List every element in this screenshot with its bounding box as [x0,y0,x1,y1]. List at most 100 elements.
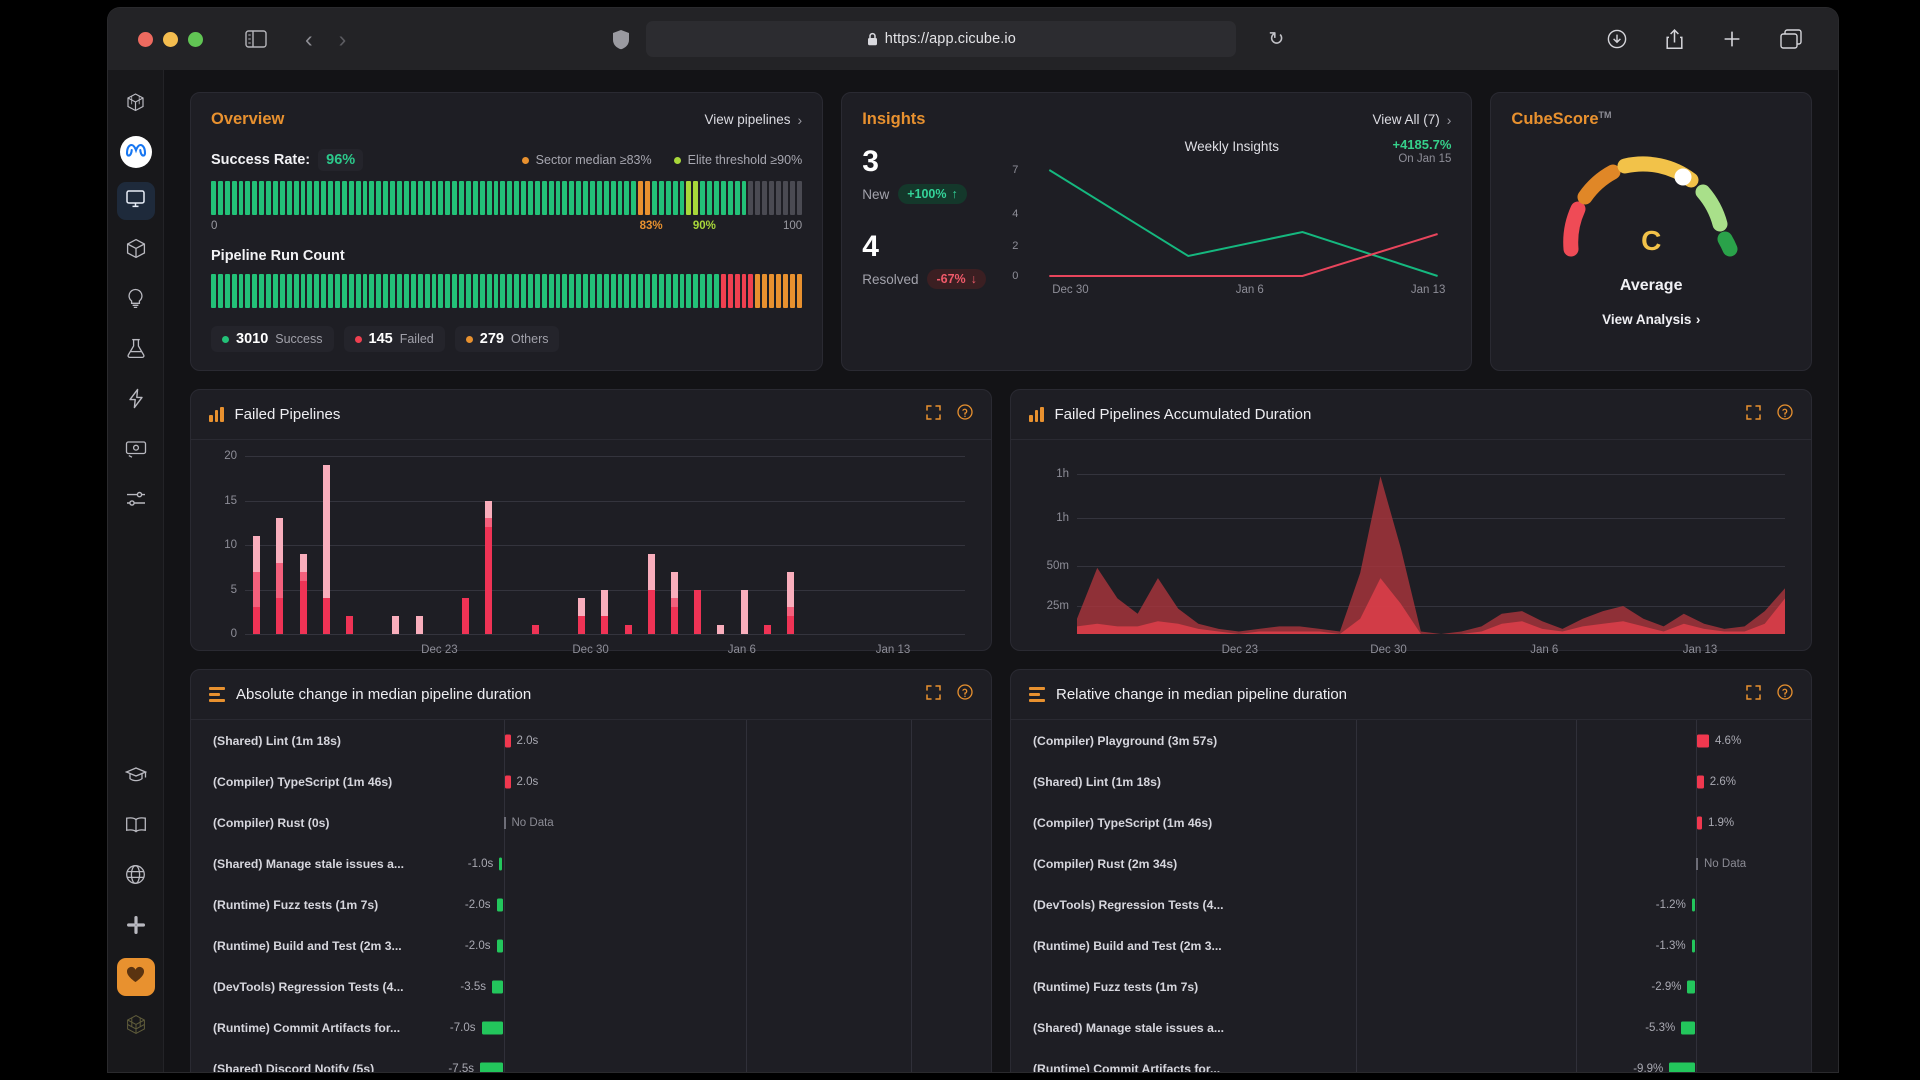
table-row[interactable]: (Compiler) Rust (2m 34s)No Data [1011,843,1811,884]
sidebar-item-docs[interactable] [117,808,155,846]
table-row[interactable]: (Compiler) Playground (3m 57s)4.6% [1011,720,1811,761]
navigation-arrows[interactable]: ‹ › [305,28,346,51]
table-row[interactable]: (Runtime) Commit Artifacts for...-7.0s [191,1007,991,1048]
table-row[interactable]: (Compiler) TypeScript (1m 46s)2.0s [191,761,991,802]
shield-icon[interactable] [612,29,630,50]
value-bar [505,734,511,747]
plus-icon[interactable] [1722,29,1742,49]
table-row[interactable]: (Compiler) TypeScript (1m 46s)1.9% [1011,802,1811,843]
micro-bar [432,274,437,308]
sidebar-item-dashboard[interactable] [117,182,155,220]
sidebar-item-website[interactable] [117,858,155,896]
view-analysis-link[interactable]: View Analysis › [1491,311,1811,329]
table-row[interactable]: (Shared) Discord Notify (5s)-7.5s [191,1048,991,1072]
grid-line [911,761,912,802]
sidebar-item-actions[interactable] [117,382,155,420]
sidebar-item-experiments[interactable] [117,332,155,370]
row-label: (Shared) Lint (1m 18s) [1011,775,1311,789]
help-icon[interactable] [1777,684,1793,705]
address-bar[interactable]: https://app.cicube.io ↻ [646,21,1236,57]
value-label: 4.6% [1715,735,1741,747]
sidebar-item-insights[interactable] [117,282,155,320]
xtick: Dec 30 [572,644,608,656]
expand-icon[interactable] [1746,405,1761,425]
row-label: (DevTools) Regression Tests (4... [191,980,491,994]
grid-line [746,761,747,802]
bar-segment [787,572,794,608]
table-row[interactable]: (DevTools) Regression Tests (4...-3.5s [191,966,991,1007]
share-icon[interactable] [1665,29,1684,50]
back-arrow-icon[interactable]: ‹ [305,28,313,51]
micro-bar [659,181,664,215]
table-row[interactable]: (Shared) Lint (1m 18s)2.6% [1011,761,1811,802]
table-row[interactable]: (Runtime) Fuzz tests (1m 7s)-2.9% [1011,966,1811,1007]
sidebar-item-billing[interactable] [117,432,155,470]
expand-icon[interactable] [926,405,941,425]
xtick: Jan 6 [728,644,756,656]
value-label: -2.0s [465,940,491,952]
table-row[interactable]: (Runtime) Commit Artifacts for...-9.9% [1011,1048,1811,1072]
row-label: (Compiler) TypeScript (1m 46s) [191,775,491,789]
sidebar-item-packages[interactable] [117,232,155,270]
grid-line [746,966,747,1007]
grid-line [1356,843,1357,884]
absolute-change-card: Absolute change in median pipeline durat… [190,669,992,1072]
row-label: (Runtime) Build and Test (2m 3... [191,939,491,953]
help-icon[interactable] [957,404,973,425]
expand-icon[interactable] [926,685,941,705]
table-row[interactable]: (Runtime) Fuzz tests (1m 7s)-2.0s [191,884,991,925]
sidebar-item-settings[interactable] [117,482,155,520]
expand-icon[interactable] [1746,685,1761,705]
table-row[interactable]: (Runtime) Build and Test (2m 3...-2.0s [191,925,991,966]
reload-icon[interactable]: ↻ [1268,28,1284,51]
row-label: (Shared) Manage stale issues a... [1011,1021,1311,1035]
value-label: -2.0s [465,899,491,911]
close-window-button[interactable] [138,32,153,47]
view-all-insights-link[interactable]: View All (7) › [1372,112,1451,128]
sidebar-item-cube-stack[interactable] [117,86,155,124]
table-row[interactable]: (Shared) Manage stale issues a...-5.3% [1011,1007,1811,1048]
sidebar-toggle-icon[interactable] [245,30,267,48]
help-icon[interactable] [957,684,973,705]
grid-line [1576,802,1577,843]
view-pipelines-link[interactable]: View pipelines › [704,112,802,128]
help-icon[interactable] [1777,404,1793,425]
sidebar-item-cube-grid[interactable] [117,1008,155,1046]
grid-line [746,1048,747,1072]
table-row[interactable]: (Shared) Manage stale issues a...-1.0s [191,843,991,884]
value-bar [1697,734,1709,747]
row-plot: -7.0s [491,1007,991,1048]
micro-bar [645,181,650,215]
ytick-20: 20 [224,450,237,462]
run-count-bars-wrap [191,274,822,308]
value-label: -1.0s [468,858,494,870]
charts-row: Failed Pipelines 20151050Dec 23De [190,389,1812,651]
area-svg [1077,456,1785,634]
grid-line [1696,925,1697,966]
bar-segment [671,572,678,599]
table-row[interactable]: (DevTools) Regression Tests (4...-1.2% [1011,884,1811,925]
sidebar-item-support[interactable] [117,958,155,996]
micro-bar [507,274,512,308]
micro-bar [466,181,471,215]
micro-bar [411,274,416,308]
maximize-window-button[interactable] [188,32,203,47]
table-row[interactable]: (Runtime) Build and Test (2m 3...-1.3% [1011,925,1811,966]
sidebar-item-slack[interactable] [117,908,155,946]
insights-card: Insights View All (7) › 3 New [841,92,1472,371]
row-label: (Runtime) Fuzz tests (1m 7s) [191,898,491,912]
table-row[interactable]: (Compiler) Rust (0s)No Data [191,802,991,843]
grid-line [504,884,505,925]
table-row[interactable]: (Shared) Lint (1m 18s)2.0s [191,720,991,761]
insights-resolved-block: 4 Resolved -67% ↓ [862,230,1012,289]
minimize-window-button[interactable] [163,32,178,47]
tab-overview-icon[interactable] [1780,29,1802,49]
window-controls[interactable] [138,32,203,47]
sidebar-item-academy[interactable] [117,758,155,796]
sidebar-item-meta[interactable] [120,136,152,168]
no-data-label: No Data [1704,858,1746,870]
download-icon[interactable] [1607,29,1627,49]
row-plot: 4.6% [1311,720,1811,761]
micro-bar [452,274,457,308]
grid-line [911,1007,912,1048]
